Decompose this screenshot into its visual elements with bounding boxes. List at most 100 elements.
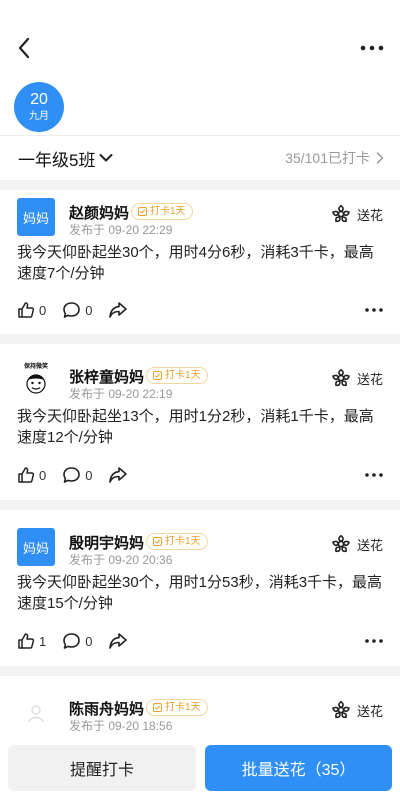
chevron-right-icon [376, 152, 384, 164]
comment-icon [63, 301, 81, 318]
author-name[interactable]: 张梓童妈妈 [69, 366, 144, 387]
like-button[interactable]: 0 [17, 301, 46, 319]
chevron-down-icon [99, 154, 113, 162]
thumbs-up-icon [18, 302, 35, 318]
checkin-badge-label: 打卡1天 [150, 206, 186, 217]
avatar[interactable]: 妈妈 [17, 528, 55, 566]
bottom-action-bar: 提醒打卡 批量送花（35） [0, 736, 400, 800]
share-button[interactable] [108, 301, 128, 319]
comment-icon [63, 466, 81, 483]
comment-count: 0 [85, 467, 93, 483]
post-card: 妈妈 赵颜妈妈 打卡1天 发布于 09-20 22:29 送花 我今天仰卧起坐3… [0, 190, 400, 334]
post-more-button[interactable] [365, 473, 383, 477]
post-card: 妈妈 殷明宇妈妈 打卡1天 发布于 09-20 20:36 送花 我今天仰卧起坐… [0, 510, 400, 666]
post-content: 我今天仰卧起坐13个，用时1分2秒，消耗1千卡，最高速度12个/分钟 [17, 408, 374, 446]
checkin-badge-label: 打卡1天 [165, 370, 201, 381]
class-selector[interactable]: 一年级5班 [18, 146, 113, 171]
thumbs-up-icon [18, 467, 35, 483]
author-name[interactable]: 赵颜妈妈 [69, 202, 129, 223]
avatar-placeholder-icon [28, 705, 44, 723]
check-square-icon [153, 371, 162, 380]
check-square-icon [153, 537, 162, 546]
section-gap [0, 500, 400, 510]
post-time: 发布于 09-20 18:56 [69, 719, 173, 733]
send-flower-button[interactable]: 送花 [331, 368, 383, 388]
flower-icon [331, 204, 350, 223]
checkin-badge-label: 打卡1天 [165, 702, 201, 713]
send-flower-button[interactable]: 送花 [331, 534, 383, 554]
share-button[interactable] [108, 632, 128, 650]
batch-send-flower-button[interactable]: 批量送花（35） [205, 745, 392, 791]
post-content: 我今天仰卧起坐30个，用时4分6秒，消耗3千卡，最高速度7个/分钟 [17, 244, 374, 282]
like-count: 1 [39, 633, 47, 649]
comment-button[interactable]: 0 [62, 632, 92, 651]
send-flower-button[interactable]: 送花 [331, 204, 383, 224]
checkin-badge: 打卡1天 [146, 367, 208, 384]
checkin-badge: 打卡1天 [146, 533, 208, 550]
send-flower-label: 送花 [356, 371, 383, 387]
like-count: 0 [39, 302, 47, 318]
post-more-button[interactable] [365, 639, 383, 643]
date-day: 20 [30, 91, 48, 108]
post-actions: 1 0 [17, 631, 383, 651]
post-card: 陈雨舟妈妈 打卡1天 发布于 09-20 18:56 送花 [0, 676, 400, 736]
like-count: 0 [39, 467, 47, 483]
checkin-badge-label: 打卡1天 [165, 536, 201, 547]
thumbs-up-icon [18, 633, 35, 649]
post-time: 发布于 09-20 20:36 [69, 553, 173, 567]
flower-icon [331, 368, 350, 387]
send-flower-label: 送花 [356, 537, 383, 553]
flower-icon [331, 700, 350, 719]
comment-count: 0 [85, 302, 93, 318]
avatar[interactable]: 保持微笑 [17, 360, 55, 398]
section-gap [0, 180, 400, 190]
share-icon [109, 467, 128, 483]
section-gap [0, 666, 400, 676]
class-row: 一年级5班 35/101已打卡 [0, 136, 400, 180]
top-bar [0, 0, 400, 96]
more-dots-icon [360, 45, 384, 51]
section-gap [0, 334, 400, 344]
date-month: 九月 [29, 111, 49, 122]
checkin-summary-link[interactable]: 35/101已打卡 [285, 148, 384, 168]
remind-checkin-button[interactable]: 提醒打卡 [8, 745, 196, 791]
send-flower-label: 送花 [356, 703, 383, 719]
avatar[interactable]: 妈妈 [17, 198, 55, 236]
send-flower-label: 送花 [356, 207, 383, 223]
more-dots-icon [365, 308, 383, 312]
more-dots-icon [365, 639, 383, 643]
flower-icon [331, 534, 350, 553]
date-badge[interactable]: 20 九月 [14, 82, 64, 132]
meme-face-icon [26, 373, 46, 394]
checkin-badge: 打卡1天 [131, 203, 193, 220]
more-options-button[interactable] [358, 38, 386, 58]
avatar[interactable] [17, 694, 55, 732]
share-icon [109, 302, 128, 318]
comment-icon [63, 632, 81, 649]
like-button[interactable]: 1 [17, 632, 46, 650]
share-icon [109, 633, 128, 649]
avatar-caption: 保持微笑 [23, 363, 48, 370]
chevron-left-icon [18, 37, 30, 59]
post-actions: 0 0 [17, 300, 383, 320]
post-actions: 0 0 [17, 465, 383, 485]
class-name: 一年级5班 [18, 150, 96, 170]
back-button[interactable] [12, 34, 36, 62]
post-content: 我今天仰卧起坐30个，用时1分53秒，消耗3千卡，最高速度15个/分钟 [17, 574, 383, 612]
author-name[interactable]: 殷明宇妈妈 [69, 532, 144, 553]
send-flower-button[interactable]: 送花 [331, 700, 383, 720]
comment-button[interactable]: 0 [62, 466, 92, 485]
post-time: 发布于 09-20 22:29 [69, 223, 173, 237]
post-card: 保持微笑 张梓童妈妈 打卡1天 发布于 09-20 22:19 送花 我今天仰卧… [0, 344, 400, 510]
post-time: 发布于 09-20 22:19 [69, 387, 173, 401]
checkin-count: 35/101已打卡 [285, 150, 370, 166]
author-name[interactable]: 陈雨舟妈妈 [69, 698, 144, 719]
checkin-badge: 打卡1天 [146, 699, 208, 716]
check-square-icon [153, 703, 162, 712]
check-square-icon [138, 207, 147, 216]
post-more-button[interactable] [365, 308, 383, 312]
more-dots-icon [365, 473, 383, 477]
comment-button[interactable]: 0 [62, 301, 92, 320]
share-button[interactable] [108, 466, 128, 484]
like-button[interactable]: 0 [17, 466, 46, 484]
